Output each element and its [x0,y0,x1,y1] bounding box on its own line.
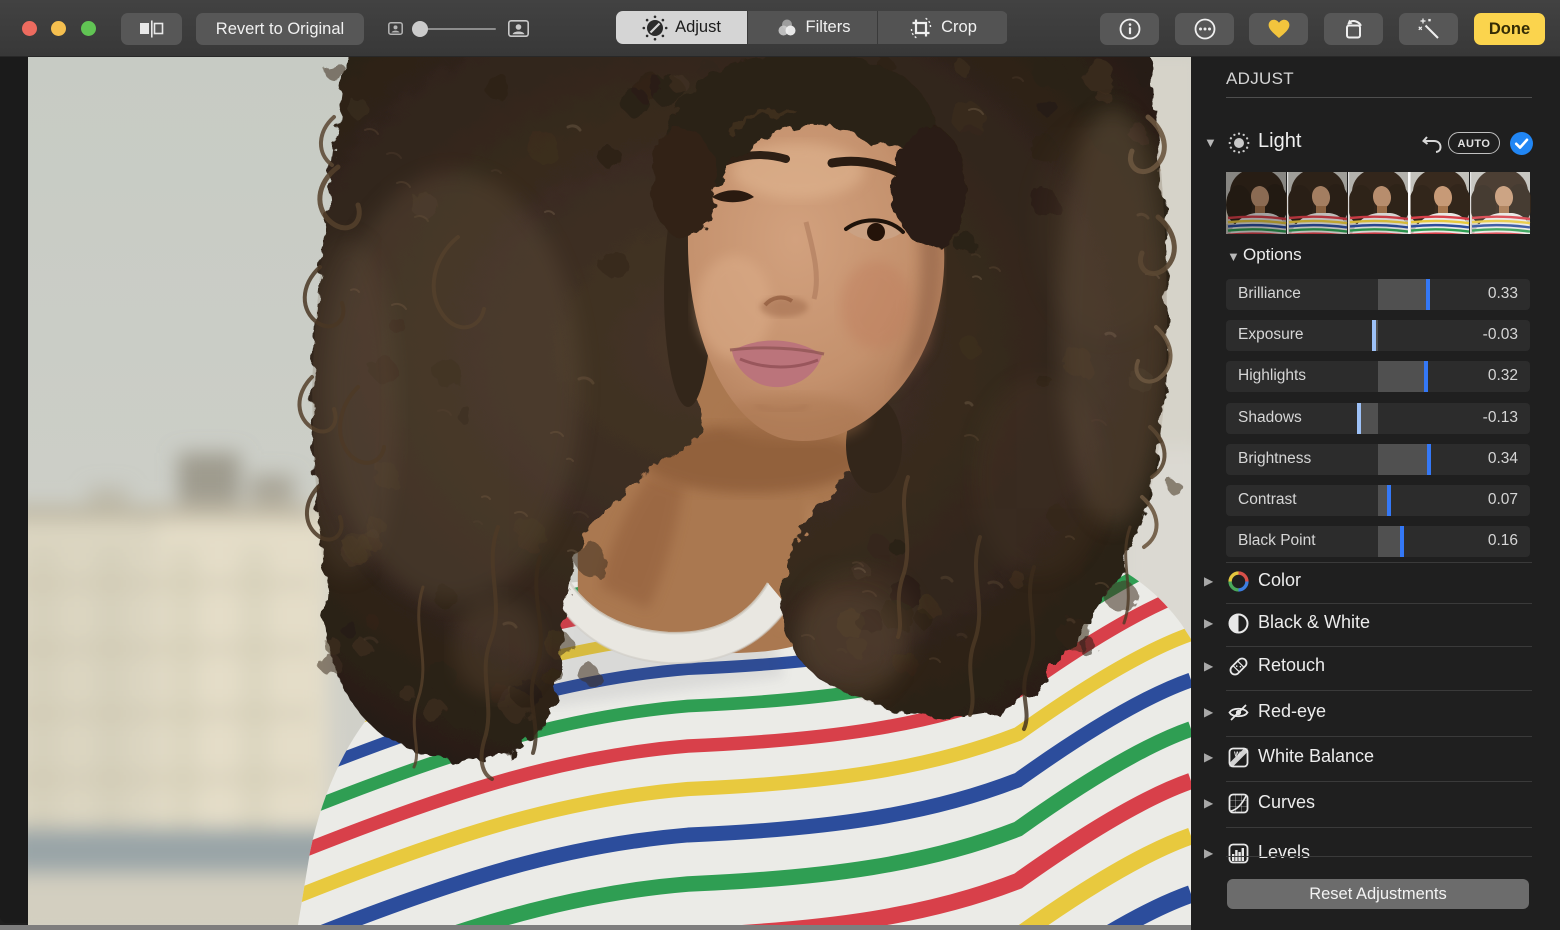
svg-text:W: W [1234,752,1241,759]
svg-text:B: B [1240,760,1245,767]
